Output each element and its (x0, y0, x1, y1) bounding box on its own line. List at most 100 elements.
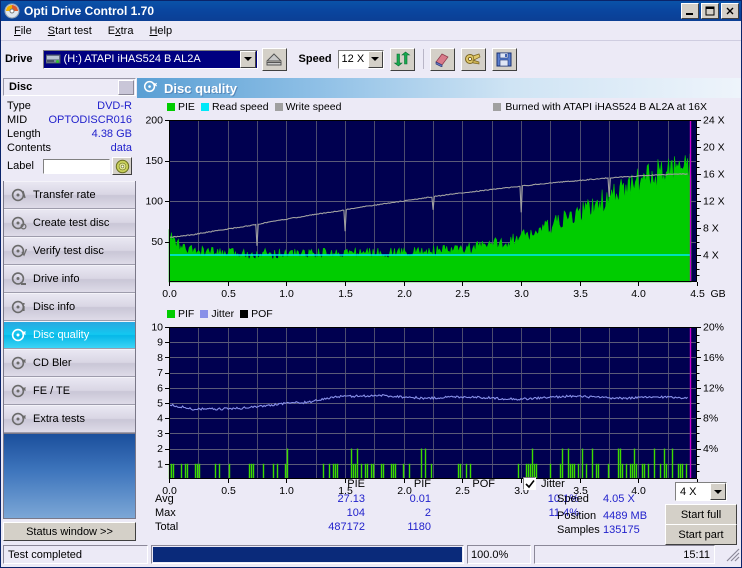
jitter-checkbox[interactable] (523, 477, 536, 490)
nav-filler-area (3, 434, 136, 519)
disc-row-contents-value: data (110, 142, 132, 154)
stats-max-pie: 104 (346, 507, 365, 519)
sidebar-item-label: Create test disc (33, 217, 110, 229)
sidebar-item-label: CD Bler (33, 357, 72, 369)
menu-item-help[interactable]: Help (141, 24, 180, 38)
speed-select-chevron-down-icon[interactable] (367, 50, 383, 68)
stats-header-pof: POF (472, 478, 495, 490)
speed-select[interactable]: 12 X (337, 49, 384, 69)
disc-bler-icon (11, 355, 27, 371)
disc-panel-collapse-button[interactable] (118, 79, 134, 95)
svg-text:2.5: 2.5 (455, 288, 470, 300)
drive-select-chevron-down-icon[interactable] (239, 50, 256, 68)
position-stat-label: Position (557, 510, 597, 522)
disc-extra-icon (11, 411, 27, 427)
sidebar-item-label: FE / TE (33, 385, 71, 397)
menu-bar: File Start test Extra Help (1, 21, 741, 41)
disc-row-mid: MID OPTODISCR016 (7, 113, 132, 127)
svg-text:20 X: 20 X (703, 142, 725, 154)
svg-text:12 X: 12 X (703, 196, 725, 208)
svg-text:GB: GB (711, 288, 726, 300)
svg-text:3.5: 3.5 (573, 288, 588, 300)
start-full-button[interactable]: Start full (665, 504, 737, 525)
stats-total-pif: 1180 (407, 521, 431, 533)
eject-button[interactable] (261, 47, 287, 71)
window-controls (681, 3, 739, 19)
disc-label-row: Label (7, 157, 132, 175)
sidebar-item-disc-info[interactable]: Disc info (4, 293, 135, 321)
minimize-icon[interactable] (681, 3, 699, 19)
svg-text:8%: 8% (703, 413, 718, 425)
pie-chart-canvas: 200 150 100 50 24 X 20 X 16 X 12 X 8 X 4 X 0.0 0.5 1… (145, 115, 726, 301)
position-stat-value: 4489 MB (603, 510, 648, 522)
erase-button[interactable] (429, 47, 455, 71)
disc-panel-header: Disc (3, 78, 136, 96)
svg-text:4%: 4% (703, 443, 718, 455)
disc-row-length: Length 4.38 GB (7, 127, 132, 141)
sidebar-item-extra-tests[interactable]: Extra tests (4, 405, 135, 433)
svg-text:2: 2 (157, 443, 163, 455)
svg-text:4: 4 (157, 413, 163, 425)
legend-label: POF (251, 308, 273, 320)
svg-text:0.0: 0.0 (162, 288, 177, 300)
menu-item-file[interactable]: File (6, 24, 40, 38)
close-icon[interactable] (721, 3, 739, 19)
sidebar-item-transfer-rate[interactable]: Transfer rate (4, 181, 135, 209)
disc-row-mid-key: MID (7, 114, 28, 126)
svg-text:1: 1 (157, 458, 163, 470)
pie-chart-legend: PIE Read speed Write speed Burned with A… (137, 100, 741, 114)
bitsetting-button[interactable] (460, 47, 486, 71)
drive-select[interactable]: (H:) ATAPI iHAS524 B AL2A (42, 49, 258, 69)
sidebar-item-cd-bler[interactable]: CD Bler (4, 349, 135, 377)
disc-create-icon (11, 215, 27, 231)
stats-row-max-label: Max (155, 507, 176, 519)
test-speed-select[interactable]: 4 X (675, 482, 727, 501)
start-part-button[interactable]: Start part (665, 524, 737, 545)
svg-text:0.5: 0.5 (221, 288, 236, 300)
sidebar-item-label: Disc quality (33, 329, 90, 341)
menu-item-extra[interactable]: Extra (100, 24, 142, 38)
sidebar-item-fe-te[interactable]: FE / TE (4, 377, 135, 405)
menu-item-start-test[interactable]: Start test (40, 24, 100, 38)
legend-item-pof: POF (240, 308, 273, 320)
disc-row-length-key: Length (7, 128, 41, 140)
page-title: Disc quality (164, 80, 237, 96)
sidebar-item-verify-test-disc[interactable]: Verify test disc (4, 237, 135, 265)
stats-row-total-label: Total (155, 521, 179, 533)
title-bar: Opti Drive Control 1.70 (1, 1, 741, 21)
disc-panel-body: Type DVD-R MID OPTODISCR016 Length 4.38 … (3, 96, 136, 175)
svg-text:9: 9 (157, 337, 163, 349)
disc-quality-icon (11, 327, 27, 343)
disc-panel-title: Disc (9, 81, 33, 93)
sidebar-item-disc-quality[interactable]: Disc quality (4, 321, 135, 349)
legend-item-jitter: Jitter (200, 308, 234, 320)
status-bar: Test completed 100.0% 15:11 (3, 545, 740, 564)
svg-text:4.0: 4.0 (631, 288, 646, 300)
test-speed-chevron-down-icon[interactable] (710, 483, 726, 500)
status-window-button[interactable]: Status window >> (3, 522, 136, 541)
stats-avg-pif: 0.01 (409, 493, 431, 505)
svg-text:4 X: 4 X (703, 250, 719, 262)
test-speed-value: 4 X (680, 485, 697, 498)
disc-refresh-icon[interactable] (112, 157, 132, 175)
svg-text:24 X: 24 X (703, 115, 725, 127)
disc-label-key: Label (7, 160, 34, 172)
progress-bar-fill (153, 547, 462, 562)
stats-max-pif: 2 (424, 507, 431, 519)
sidebar-item-label: Verify test disc (33, 245, 104, 257)
maximize-icon[interactable] (701, 3, 719, 19)
sidebar-item-create-test-disc[interactable]: Create test disc (4, 209, 135, 237)
sidebar-item-drive-info[interactable]: Drive info (4, 265, 135, 293)
disc-fete-icon (11, 383, 27, 399)
main-panel: Disc quality PIE Read speed Write speed … (137, 78, 741, 545)
save-button[interactable] (491, 47, 517, 71)
refresh-button[interactable] (389, 47, 415, 71)
svg-text:150: 150 (145, 155, 163, 167)
resize-grip-icon[interactable] (726, 548, 740, 562)
legend-label: Write speed (285, 101, 342, 113)
legend-label: Read speed (211, 101, 269, 113)
speed-stat-label: Speed (557, 493, 589, 505)
disc-row-type-value: DVD-R (97, 100, 132, 112)
speed-label: Speed (298, 53, 332, 65)
disc-label-input[interactable] (43, 158, 110, 174)
